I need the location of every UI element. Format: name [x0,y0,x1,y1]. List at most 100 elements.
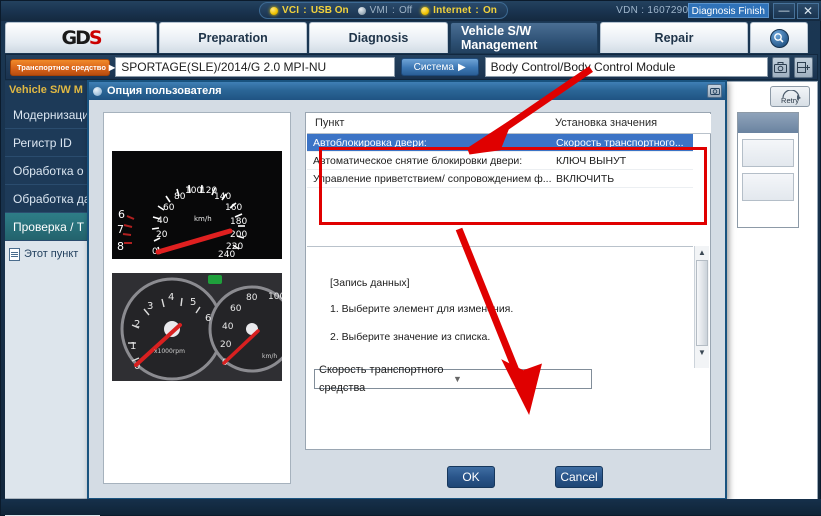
gds-logo: GDS [5,22,157,53]
status-vci-value: USB On [310,5,349,16]
scroll-up-icon[interactable]: ▲ [695,246,709,260]
svg-text:60: 60 [230,304,242,314]
note-step-2: 2. Выберите значение из списка. [330,331,491,343]
table-header: Пункт Установка значения [307,114,711,134]
status-vci: VCI : USB On [270,5,349,16]
svg-text:40: 40 [222,322,234,332]
scroll-thumb[interactable] [696,260,708,346]
option-table: Автоблокировка двери: Скорость транспорт… [307,134,693,242]
search-button[interactable] [750,22,808,53]
led-on-icon [270,6,278,15]
status-vmi-sep: : [391,5,395,16]
vehicle-select-button[interactable]: Транспортное средство ▶ [10,58,115,76]
chevron-down-icon: ▼ [453,374,462,384]
svg-text:4: 4 [168,292,174,303]
camera-icon[interactable] [771,56,791,78]
row-item-name: Автоблокировка двери: [313,136,427,149]
tab-repair[interactable]: Repair [600,22,748,53]
svg-text:km/h: km/h [262,353,277,360]
tab-preparation[interactable]: Preparation [159,22,307,53]
sidebar-note-text: Этот пункт [24,248,79,260]
close-button[interactable]: ✕ [797,3,819,19]
background-table-cell [742,173,794,201]
row-item-name: Автоматическое снятие блокировки двери: [313,154,523,167]
gauge-image-column: 0 20 40 60 80 100 120 140 160 180 200 220 240 km… [103,112,291,484]
table-row[interactable]: Управление приветствием/ сопровождением … [307,170,693,188]
svg-text:200: 200 [230,230,247,240]
column-header-item: Пункт [315,117,345,129]
svg-text:20: 20 [220,340,232,350]
tachometer-unit: x1000rpm [154,348,185,355]
chevron-right-icon: ▶ [108,62,116,72]
logo-accent: S [88,27,103,49]
sidebar-item-modernizaciya[interactable]: Модернизация [5,101,100,129]
chevron-right-icon: ▶ [457,61,466,73]
main-navigation: GDS Preparation Diagnosis Vehicle S/W Ma… [5,22,818,53]
vehicle-value-field[interactable]: SPORTAGE(SLE)/2014/G 2.0 MPI-NU [115,57,395,77]
svg-text:80: 80 [246,293,258,303]
sidebar-item-obrabotka-dan[interactable]: Обработка дан [5,185,100,213]
add-panel-icon[interactable] [794,56,814,78]
svg-text:5: 5 [190,297,196,308]
status-internet-sep: : [475,5,479,16]
svg-text:6: 6 [205,313,211,324]
tab-vehicle-sw-management[interactable]: Vehicle S/W Management [450,22,598,53]
sidebar-item-proverka[interactable]: Проверка / Т [5,213,100,241]
sidebar-note: Этот пункт [5,241,100,267]
status-internet-value: On [482,5,497,16]
diagnosis-finish-button[interactable]: Diagnosis Finish [687,3,769,18]
vehicle-select-label: Транспортное средство [17,62,106,72]
svg-text:8: 8 [117,240,124,253]
status-vmi-label: VMI [369,5,388,16]
system-value-field[interactable]: Body Control/Body Control Module [484,57,768,77]
dialog-title-bar: Опция пользователя [89,82,725,100]
table-row[interactable]: Автоблокировка двери: Скорость транспорт… [307,134,693,152]
background-table-header [738,113,798,133]
application-window: VCI : USB On VMI : Off Internet : On VDN [0,0,821,516]
table-row[interactable]: Автоматическое снятие блокировки двери: … [307,152,693,170]
svg-text:7: 7 [117,223,124,236]
svg-text:3: 3 [147,301,153,312]
retry-button[interactable]: Retry [770,86,810,107]
svg-text:20: 20 [156,230,168,240]
status-vmi: VMI : Off [357,5,412,16]
title-bar: VCI : USB On VMI : Off Internet : On VDN [1,1,821,21]
sidebar-item-obrabotka-o[interactable]: Обработка о [5,157,100,185]
list-icon [9,247,20,261]
status-vci-sep: : [303,5,307,16]
row-item-value: КЛЮЧ ВЫНУТ [556,154,627,167]
camera-icon[interactable] [707,84,722,98]
dialog-body: 0 20 40 60 80 100 120 140 160 180 200 220 240 km… [89,100,725,498]
svg-text:100: 100 [268,292,282,302]
content-vertical-scrollbar[interactable]: ▲ ▼ [694,246,709,368]
system-select-button[interactable]: Система ▶ [400,58,479,76]
svg-text:60: 60 [163,203,175,213]
ok-button[interactable]: OK [447,466,495,488]
svg-text:180: 180 [230,217,247,227]
tachometer-photo: 012 345 6 x [112,273,282,381]
table-empty-area [307,188,693,242]
speedometer-unit: km/h [194,215,212,223]
search-icon [769,28,789,48]
scroll-down-icon[interactable]: ▼ [695,346,709,360]
logo-text: GD [61,27,90,49]
connection-status-panel: VCI : USB On VMI : Off Internet : On [259,2,508,19]
svg-text:160: 160 [225,203,242,213]
dropdown-selected-value: Скорость транспортного средства [319,364,444,394]
minimize-button[interactable]: — [773,3,795,19]
instruction-notes: [Запись данных] 1. Выберите элемент для … [330,277,660,343]
column-header-value: Установка значения [555,117,658,129]
led-off-icon [357,6,366,15]
svg-text:80: 80 [174,192,186,202]
sidebar-title: Vehicle S/W M [9,84,83,96]
value-select-dropdown[interactable]: Скорость транспортного средства ▼ [314,364,592,394]
svg-text:6: 6 [118,208,125,221]
note-heading: [Запись данных] [330,277,410,289]
table-divider [307,246,693,247]
sidebar-item-registr-id[interactable]: Регистр ID [5,129,100,157]
svg-text:140: 140 [214,192,231,202]
status-internet-label: Internet [433,5,472,16]
tab-diagnosis[interactable]: Diagnosis [309,22,448,53]
dialog-title: Опция пользователя [107,85,222,97]
cancel-button[interactable]: Cancel [555,466,603,488]
